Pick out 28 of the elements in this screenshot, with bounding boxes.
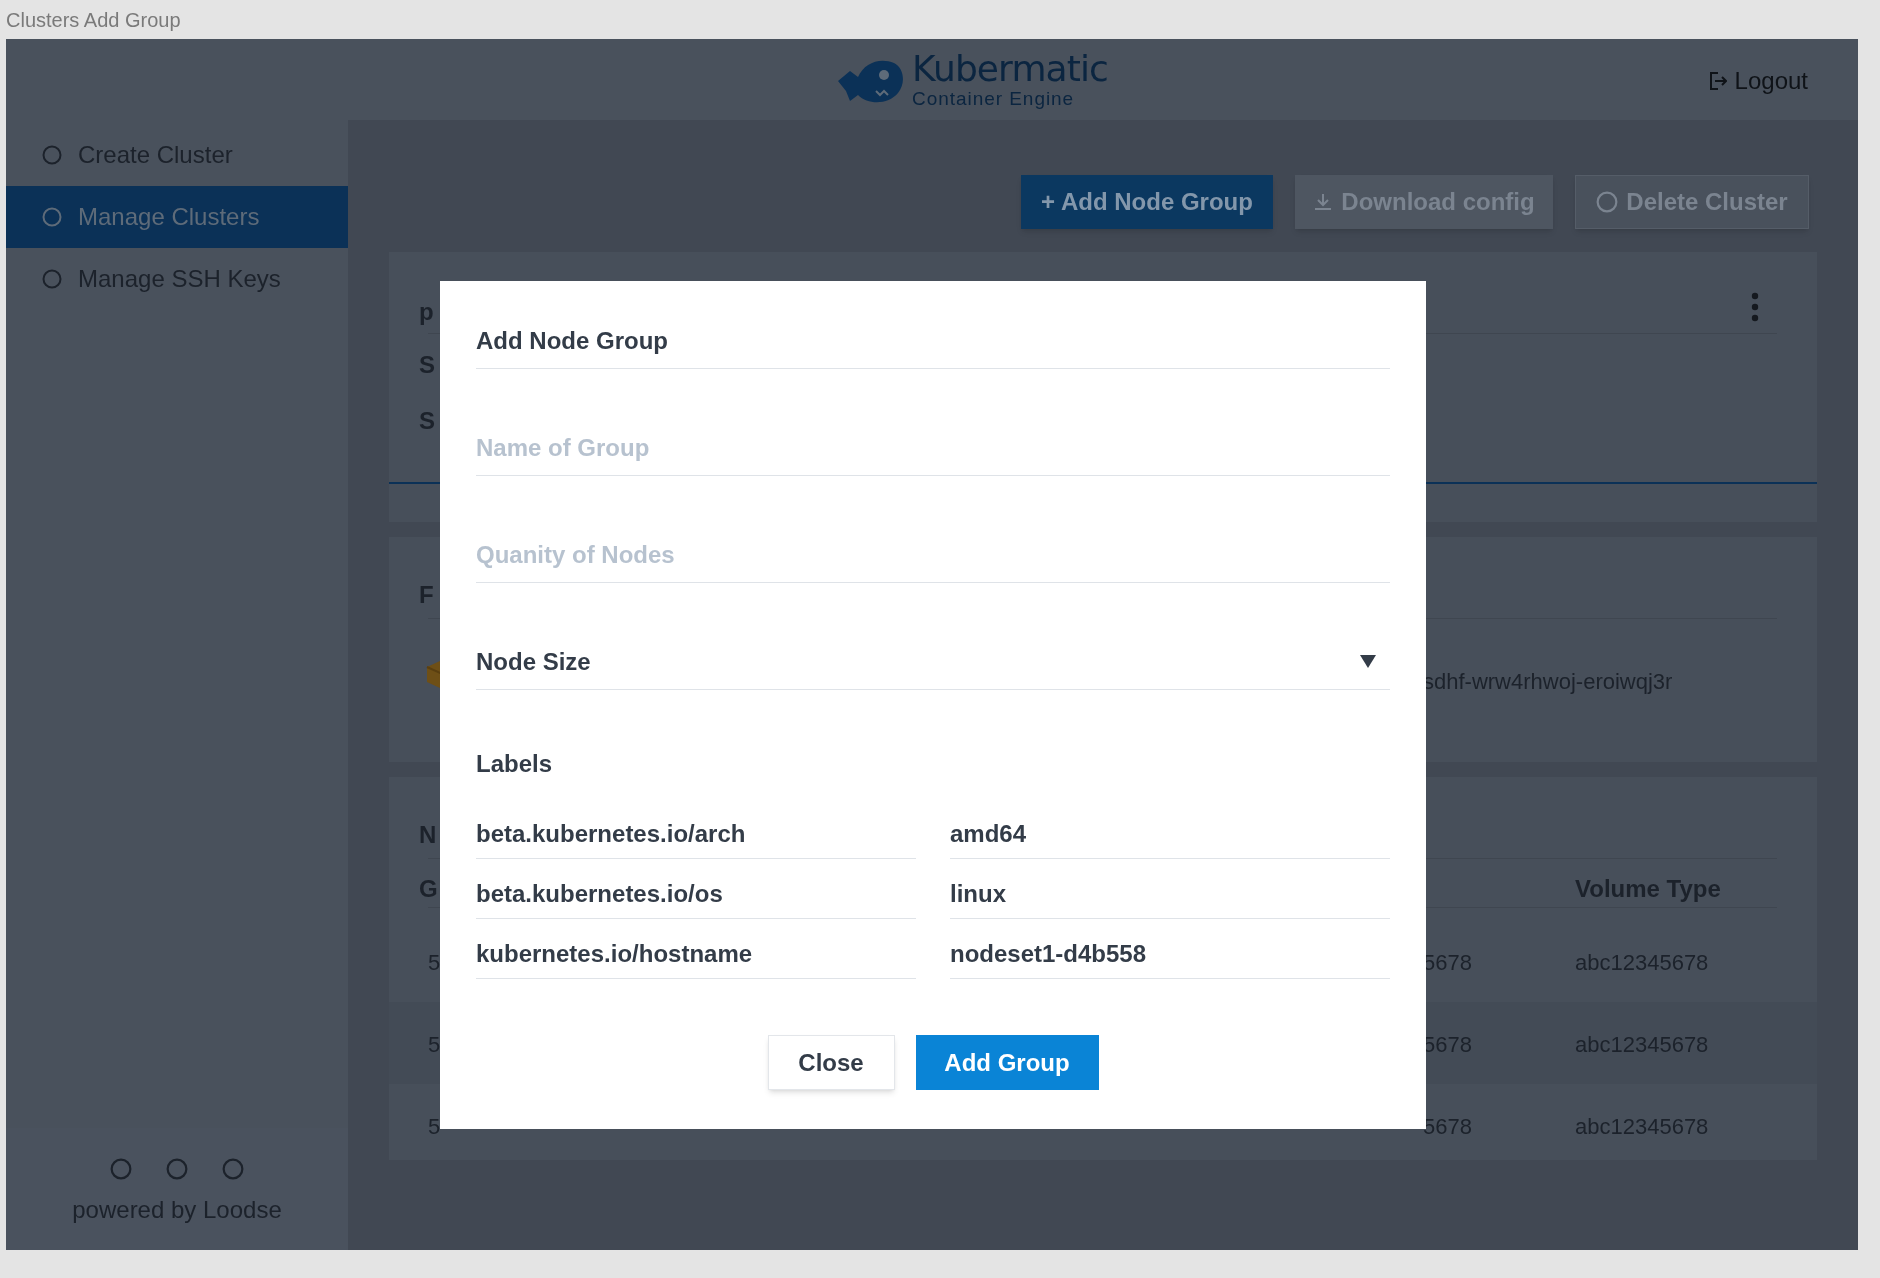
dropdown-arrow-icon	[1360, 655, 1376, 668]
circle-icon	[222, 1158, 244, 1180]
circle-icon	[110, 1158, 132, 1180]
toolbar-button[interactable]: + Add Node Group	[1021, 175, 1273, 229]
circle-icon	[42, 269, 62, 289]
label-key-field[interactable]: kubernetes.io/hostname	[476, 929, 916, 979]
download-icon	[1313, 192, 1334, 212]
input-field[interactable]: Quanity of Nodes	[476, 527, 1390, 583]
logo-subtitle: Container Engine	[912, 89, 1076, 108]
window-title: Clusters Add Group	[5, 8, 181, 33]
more-icon[interactable]	[1751, 292, 1759, 322]
dialog-title: Add Node Group	[476, 314, 1390, 369]
label-value-field[interactable]: nodeset1-d4b558	[950, 929, 1390, 979]
dialog-button[interactable]: Close	[767, 1035, 895, 1090]
label-value-field[interactable]: amd64	[950, 809, 1390, 859]
label-key-field[interactable]: beta.kubernetes.io/arch	[476, 809, 916, 859]
label-value-field[interactable]: linux	[950, 869, 1390, 919]
circle-icon	[42, 145, 62, 165]
circle-icon	[166, 1158, 188, 1180]
labels-heading: Labels	[476, 749, 553, 779]
label-key-field[interactable]: beta.kubernetes.io/os	[476, 869, 916, 919]
circle-icon	[1596, 191, 1619, 213]
circle-icon	[42, 207, 62, 227]
logo-title: Kubermatic	[912, 51, 1108, 87]
logout-icon	[1708, 71, 1727, 91]
select-field[interactable]: Node Size	[476, 634, 1390, 690]
input-field[interactable]: Name of Group	[476, 420, 1390, 476]
dialog-button[interactable]: Add Group	[915, 1035, 1099, 1090]
